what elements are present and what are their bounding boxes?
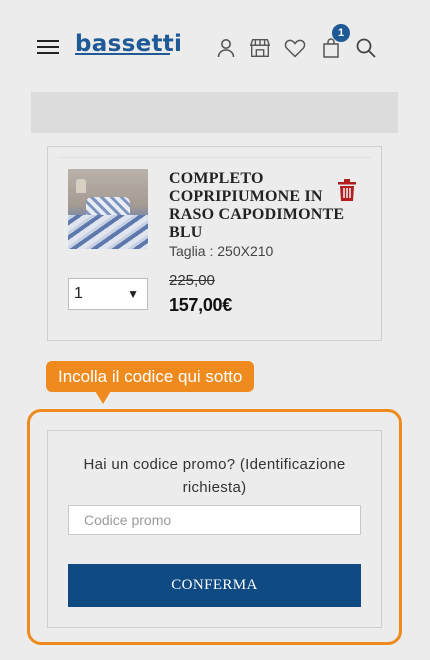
- product-size: Taglia : 250X210: [169, 243, 274, 259]
- site-header: bassetti 1: [0, 0, 430, 92]
- heart-icon[interactable]: [283, 36, 307, 60]
- divider: [58, 157, 371, 158]
- search-icon[interactable]: [354, 36, 378, 60]
- product-image[interactable]: [68, 169, 148, 249]
- quantity-select[interactable]: 1 ▼: [68, 278, 148, 310]
- promo-code-input[interactable]: [68, 505, 361, 535]
- quantity-value: 1: [74, 285, 83, 302]
- cart-item-card: COMPLETO COPRIPIUMONE IN RASO CAPODIMONT…: [47, 146, 382, 341]
- trash-icon[interactable]: [338, 179, 356, 201]
- original-price: 225,00: [169, 272, 215, 289]
- chevron-down-icon: ▼: [127, 287, 139, 301]
- confirm-button[interactable]: CONFERMA: [68, 564, 361, 607]
- sale-price: 157,00€: [169, 295, 232, 315]
- promo-question: Hai un codice promo? (Identificazione ri…: [83, 456, 346, 496]
- promo-callout: Incolla il codice qui sotto: [46, 361, 255, 392]
- promo-code-panel: Hai un codice promo? (Identificazione ri…: [47, 430, 382, 628]
- menu-icon[interactable]: [37, 40, 59, 56]
- callout-arrow: [95, 391, 111, 404]
- user-icon[interactable]: [214, 36, 238, 60]
- cart-count-badge: 1: [332, 24, 350, 42]
- store-icon[interactable]: [248, 36, 274, 60]
- logo-underline: [75, 53, 170, 55]
- notice-bar: [31, 92, 398, 133]
